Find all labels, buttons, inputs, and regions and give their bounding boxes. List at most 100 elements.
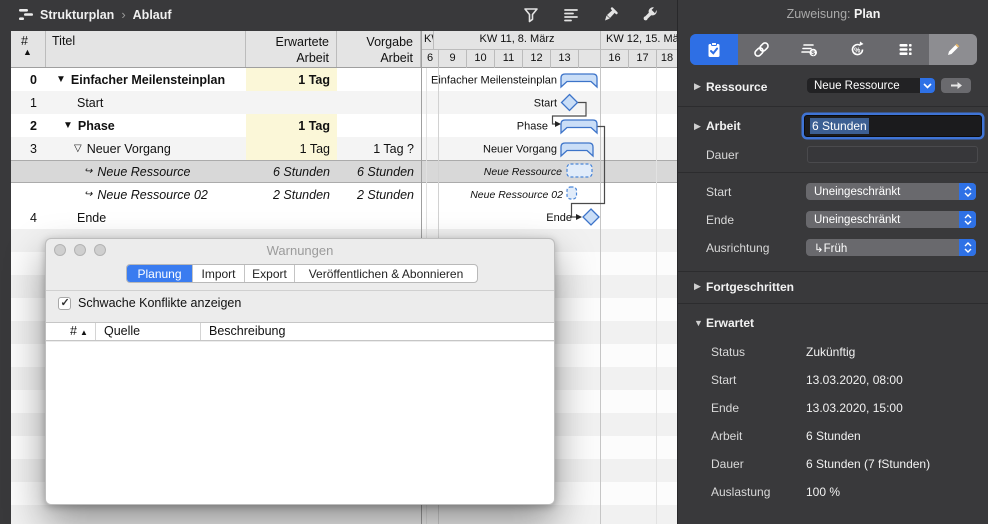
stepper-icon: [959, 211, 976, 228]
breadcrumb-tab[interactable]: Ablauf: [133, 8, 172, 22]
work-input[interactable]: 6 Stunden: [804, 115, 982, 137]
chevron-down-icon: [920, 78, 935, 93]
pencil-icon: [944, 41, 962, 59]
day-header: 17: [628, 50, 656, 68]
day-header: 12: [522, 50, 550, 68]
day-header: 18: [656, 50, 677, 68]
day-header-weekend: [578, 50, 600, 68]
disclosure-triangle[interactable]: ▼: [56, 74, 66, 85]
disclosure-triangle-open[interactable]: ▼: [694, 318, 703, 328]
dialog-title: Warnungen: [46, 239, 554, 258]
expected-start-row: Start 13.03.2020, 08:00: [678, 372, 988, 387]
expected-utilization-row: Auslastung 100 %: [678, 484, 988, 499]
tab-dependencies[interactable]: [738, 34, 786, 65]
tab-progress[interactable]: %: [833, 34, 881, 65]
gantt-label: Start: [534, 98, 557, 110]
gantt-label: Phase: [517, 121, 548, 133]
assignment-bar-neue-ressource-02[interactable]: [567, 187, 577, 199]
warnings-column-number[interactable]: #▲: [46, 323, 96, 340]
resource-dropdown[interactable]: Neue Ressource: [807, 78, 935, 93]
table-header: # ▲ Titel Erwartete Arbeit Vorgabe Arbei…: [11, 31, 677, 68]
inspector-window-title: Zuweisung: Plan: [678, 7, 988, 21]
svg-text:$: $: [811, 50, 815, 57]
paintbrush-icon[interactable]: [602, 6, 619, 23]
checkbox-checked[interactable]: [58, 297, 71, 310]
resource-row: ▶ Ressource Neue Ressource: [678, 78, 988, 95]
tab-veroeffentlichen[interactable]: Veröffentlichen & Abonnieren: [295, 265, 477, 282]
summary-bar-meilensteinplan[interactable]: [561, 74, 597, 87]
breadcrumb[interactable]: Strukturplan › Ablauf: [19, 7, 172, 22]
go-to-resource-button[interactable]: [941, 78, 971, 93]
minimize-button[interactable]: [74, 244, 86, 256]
warnings-list-empty[interactable]: [46, 342, 555, 504]
gantt-label: Neuer Vorgang: [483, 144, 557, 156]
breadcrumb-view[interactable]: Strukturplan: [40, 8, 114, 22]
close-button[interactable]: [54, 244, 66, 256]
tab-planung[interactable]: Planung: [127, 265, 193, 282]
warnings-window: Warnungen Planung Import Export Veröffen…: [45, 238, 555, 505]
duration-input[interactable]: [807, 146, 978, 163]
weak-conflicts-checkbox-row[interactable]: Schwache Konflikte anzeigen: [58, 296, 241, 310]
expected-end-row: Ende 13.03.2020, 15:00: [678, 400, 988, 415]
column-header-expected-work[interactable]: Erwartete Arbeit: [246, 31, 337, 67]
column-header-title[interactable]: Titel: [46, 31, 246, 67]
cost-lines-icon: $: [800, 40, 819, 59]
day-header: 10: [466, 50, 494, 68]
dependency-arrowhead: [555, 121, 561, 127]
warnings-column-description[interactable]: Beschreibung: [201, 323, 555, 340]
align-left-icon[interactable]: [562, 6, 579, 23]
alignment-dropdown[interactable]: ↳Früh: [806, 239, 976, 256]
column-header-effort[interactable]: Vorgabe Arbeit: [337, 31, 421, 67]
tab-style[interactable]: [929, 34, 977, 65]
breadcrumb-separator: ›: [121, 7, 125, 22]
inspector-sidebar: Zuweisung: Plan $: [677, 0, 988, 524]
top-toolbar: Strukturplan › Ablauf: [0, 0, 677, 31]
expected-section[interactable]: ▼ Erwartet: [678, 315, 988, 330]
warnings-tab-bar: Planung Import Export Veröffentlichen & …: [126, 264, 478, 283]
tab-costs[interactable]: $: [786, 34, 834, 65]
milestone-diamond-start[interactable]: [562, 95, 578, 111]
end-constraint-dropdown[interactable]: Uneingeschränkt: [806, 211, 976, 228]
sort-ascending-icon: ▲: [80, 328, 88, 337]
gantt-label: Neue Ressource: [484, 166, 562, 178]
warnings-table-header: #▲ Quelle Beschreibung: [46, 322, 555, 341]
expected-work-row: Arbeit 6 Stunden: [678, 428, 988, 443]
tab-milestones-list[interactable]: [881, 34, 929, 65]
disclosure-triangle[interactable]: ▶: [694, 81, 701, 92]
link-icon: [752, 40, 771, 59]
gantt-label: Ende: [546, 212, 572, 224]
gantt-timeline-header[interactable]: KW KW 11, 8. März KW 12, 15. März 6 9 10…: [421, 31, 677, 67]
day-header: 11: [494, 50, 522, 68]
week-header-kw11: KW 11, 8. März: [433, 31, 600, 50]
assignment-bar-neue-ressource[interactable]: [567, 164, 592, 177]
tab-task-info[interactable]: [690, 34, 738, 65]
outline-view-icon: [19, 8, 33, 21]
end-constraint-row: Ende Uneingeschränkt: [678, 211, 988, 228]
summary-bar-phase[interactable]: [561, 120, 597, 133]
start-constraint-row: Start Uneingeschränkt: [678, 183, 988, 200]
advanced-section[interactable]: ▶ Fortgeschritten: [678, 279, 988, 294]
zoom-button[interactable]: [94, 244, 106, 256]
tab-import[interactable]: Import: [193, 265, 245, 282]
gantt-label: Neue Ressource 02: [470, 189, 563, 201]
assignment-arrow-icon: ↪: [84, 189, 92, 200]
warnings-column-source[interactable]: Quelle: [96, 323, 201, 340]
dependency-arrowhead: [576, 214, 582, 220]
disclosure-triangle[interactable]: ▶: [694, 121, 701, 132]
tab-export[interactable]: Export: [245, 265, 295, 282]
disclosure-triangle[interactable]: ▼: [63, 120, 73, 131]
alignment-row: Ausrichtung ↳Früh: [678, 239, 988, 256]
milestone-diamond-ende[interactable]: [583, 209, 599, 225]
disclosure-triangle-open[interactable]: ▽: [74, 143, 82, 154]
task-bar-neuer-vorgang[interactable]: [561, 143, 593, 156]
disclosure-triangle[interactable]: ▶: [694, 281, 701, 292]
clipboard-check-icon: [705, 41, 723, 59]
wrench-icon[interactable]: [642, 6, 659, 23]
expected-status-row: Status Zukünftig: [678, 344, 988, 359]
column-header-number[interactable]: # ▲: [11, 31, 46, 67]
filter-icon[interactable]: [522, 6, 539, 23]
svg-text:%: %: [854, 47, 861, 54]
duration-row: Dauer: [678, 146, 988, 163]
dialog-titlebar[interactable]: Warnungen: [46, 239, 554, 260]
start-constraint-dropdown[interactable]: Uneingeschränkt: [806, 183, 976, 200]
